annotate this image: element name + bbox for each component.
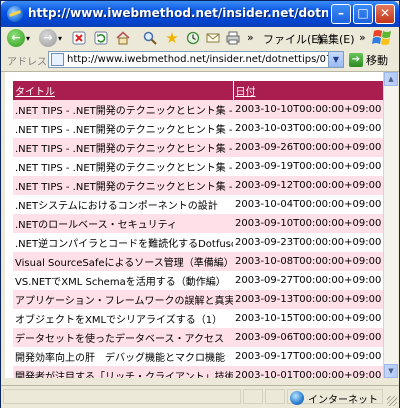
forward-button[interactable]: → ▾ [39, 29, 62, 47]
scroll-up-arrow-icon[interactable]: ▲ [384, 72, 398, 86]
table-row: .NET TIPS - .NET開発のテクニックとヒント集 -2003-09-1… [13, 157, 383, 176]
go-arrow-icon: ➔ [349, 53, 363, 67]
vertical-scrollbar[interactable]: ▲ ▼ [383, 72, 398, 378]
address-input[interactable]: http://www.iwebmethod.net/insider.net/do… [48, 51, 344, 68]
address-dropdown-icon[interactable]: ▼ [328, 52, 343, 67]
table-row: .NET TIPS - .NET開発のテクニックとヒント集 -2003-09-2… [13, 138, 383, 157]
article-title: .NET TIPS - .NET開発のテクニックとヒント集 - [13, 138, 233, 157]
back-dropdown-icon[interactable]: ▾ [26, 34, 30, 43]
address-url[interactable]: http://www.iwebmethod.net/insider.net/do… [67, 53, 329, 67]
article-title: Visual SourceSafeによるソース管理（準備編） [13, 252, 233, 271]
go-button[interactable]: ➔ 移動 [349, 52, 388, 68]
home-icon[interactable] [115, 29, 131, 47]
article-date: 2003-09-06T00:00:00+09:00 [233, 328, 383, 347]
table-row: .NETシステムにおけるコンポーネントの設計 2003-10-04T00:00:0… [13, 195, 383, 214]
print-icon[interactable] [225, 29, 241, 47]
article-date: 2003-09-12T00:00:00+09:00 [233, 176, 383, 195]
table-row: .NET TIPS - .NET開発のテクニックとヒント集 -2003-10-0… [13, 119, 383, 138]
article-title: .NET TIPS - .NET開発のテクニックとヒント集 - [13, 157, 233, 176]
browser-window: http://www.iwebmethod.net/insider.net/do… [0, 0, 400, 408]
mail-icon[interactable] [205, 29, 221, 47]
security-zone: インターネット [287, 389, 383, 406]
address-bar: アドレス(D) http://www.iwebmethod.net/inside… [1, 49, 399, 72]
internet-zone-icon [290, 391, 304, 405]
back-button[interactable]: ← ▾ [7, 29, 30, 47]
article-date: 2003-10-10T00:00:00+09:00 [233, 100, 383, 119]
column-header-title[interactable]: タイトル [13, 81, 234, 100]
article-date: 2003-10-08T00:00:00+09:00 [233, 252, 383, 271]
article-date: 2003-09-23T00:00:00+09:00 [233, 233, 383, 252]
table-header-row: タイトル 日付 [13, 81, 383, 100]
article-title: オブジェクトをXMLでシリアライズする（1） [13, 309, 233, 328]
menu-edit[interactable]: 編集(E) [317, 31, 355, 47]
article-title: .NET TIPS - .NET開発のテクニックとヒント集 - [13, 100, 233, 119]
status-text-pane [3, 389, 241, 404]
standard-toolbar: ← ▾ → ▾ ★ » ファイル(E) 編集(E) » [1, 27, 399, 50]
resize-grip[interactable] [387, 396, 397, 406]
article-date: 2003-09-19T00:00:00+09:00 [233, 157, 383, 176]
maximize-button[interactable]: □ [353, 4, 373, 24]
article-date: 2003-09-10T00:00:00+09:00 [233, 214, 383, 233]
article-date: 2003-09-17T00:00:00+09:00 [233, 347, 383, 366]
status-pane [265, 389, 285, 404]
menu-overflow-chevron[interactable]: » [359, 31, 366, 44]
favorites-icon[interactable]: ★ [163, 29, 181, 47]
internet-explorer-icon [7, 6, 23, 22]
article-date: 2003-09-26T00:00:00+09:00 [233, 138, 383, 157]
article-title: .NET TIPS - .NET開発のテクニックとヒント集 - [13, 176, 233, 195]
article-title: .NET TIPS - .NET開発のテクニックとヒント集 - [13, 119, 233, 138]
article-title: .NETシステムにおけるコンポーネントの設計 [13, 195, 233, 214]
refresh-icon[interactable] [93, 29, 109, 47]
article-title: .NET逆コンパイラとコードを難読化するDotfuscator [13, 233, 233, 252]
status-bar: インターネット [1, 385, 399, 408]
article-title: 開発効率向上の肝 デバッグ機能とマクロ機能 [13, 347, 233, 366]
table-row: アプリケーション・フレームワークの誤解と真実 2003-09-13T00:00:0… [13, 290, 383, 309]
forward-dropdown-icon[interactable]: ▾ [58, 34, 62, 43]
article-title: 開発者が注目する「リッチ・クライアント」技術とは？ [13, 366, 233, 378]
article-date: 2003-10-01T00:00:00+09:00 [233, 366, 383, 378]
table-row: .NET TIPS - .NET開発のテクニックとヒント集 -2003-10-1… [13, 100, 383, 119]
article-date: 2003-09-13T00:00:00+09:00 [233, 290, 383, 309]
table-row: 開発者が注目する「リッチ・クライアント」技術とは？2003-10-01T00:0… [13, 366, 383, 378]
close-button[interactable]: ✕ [375, 4, 395, 24]
title-bar[interactable]: http://www.iwebmethod.net/insider.net/do… [1, 1, 399, 27]
page-icon [51, 53, 64, 66]
sort-link-date[interactable]: 日付 [236, 87, 256, 98]
zone-label: インターネット [308, 395, 378, 406]
table-row: Visual SourceSafeによるソース管理（準備編） 2003-10-08… [13, 252, 383, 271]
history-icon[interactable] [185, 29, 201, 47]
articles-table: タイトル 日付 .NET TIPS - .NET開発のテクニックとヒント集 -2… [13, 81, 383, 378]
article-title: アプリケーション・フレームワークの誤解と真実 [13, 290, 233, 309]
table-row: VS.NETでXML Schemaを活用する（動作編） 2003-09-27T00… [13, 271, 383, 290]
go-label: 移動 [366, 54, 388, 67]
window-title: http://www.iwebmethod.net/insider.net/do… [28, 6, 328, 20]
status-pane [243, 389, 263, 404]
table-row: .NET TIPS - .NET開発のテクニックとヒント集 -2003-09-1… [13, 176, 383, 195]
page-content: タイトル 日付 .NET TIPS - .NET開発のテクニックとヒント集 -2… [5, 72, 383, 378]
article-title: .NETのロールベース・セキュリティ [13, 214, 233, 233]
article-date: 2003-10-04T00:00:00+09:00 [233, 195, 383, 214]
article-date: 2003-09-27T00:00:00+09:00 [233, 271, 383, 290]
table-row: データセットを使ったデータベース・アクセス 2003-09-06T00:00:00… [13, 328, 383, 347]
table-row: 開発効率向上の肝 デバッグ機能とマクロ機能 2003-09-17T00:00:00… [13, 347, 383, 366]
forward-icon: → [39, 29, 57, 47]
scroll-down-arrow-icon[interactable]: ▼ [384, 364, 398, 378]
windows-logo-icon [372, 30, 391, 45]
table-row: オブジェクトをXMLでシリアライズする（1） 2003-10-15T00:00:0… [13, 309, 383, 328]
table-body: .NET TIPS - .NET開発のテクニックとヒント集 -2003-10-1… [13, 100, 383, 378]
minimize-button[interactable]: – [331, 4, 351, 24]
article-date: 2003-10-03T00:00:00+09:00 [233, 119, 383, 138]
back-icon: ← [7, 29, 25, 47]
table-row: .NET逆コンパイラとコードを難読化するDotfuscator 2003-09-2… [13, 233, 383, 252]
table-row: .NETのロールベース・セキュリティ 2003-09-10T00:00:00+09… [13, 214, 383, 233]
toolbar-overflow-chevron[interactable]: » [247, 31, 254, 44]
article-title: データセットを使ったデータベース・アクセス [13, 328, 233, 347]
article-date: 2003-10-15T00:00:00+09:00 [233, 309, 383, 328]
search-icon[interactable] [141, 29, 159, 47]
stop-icon[interactable] [71, 29, 87, 47]
column-header-date[interactable]: 日付 [233, 81, 383, 100]
sort-link-title[interactable]: タイトル [15, 87, 55, 98]
article-title: VS.NETでXML Schemaを活用する（動作編） [13, 271, 233, 290]
menu-file[interactable]: ファイル(E) [263, 31, 323, 47]
